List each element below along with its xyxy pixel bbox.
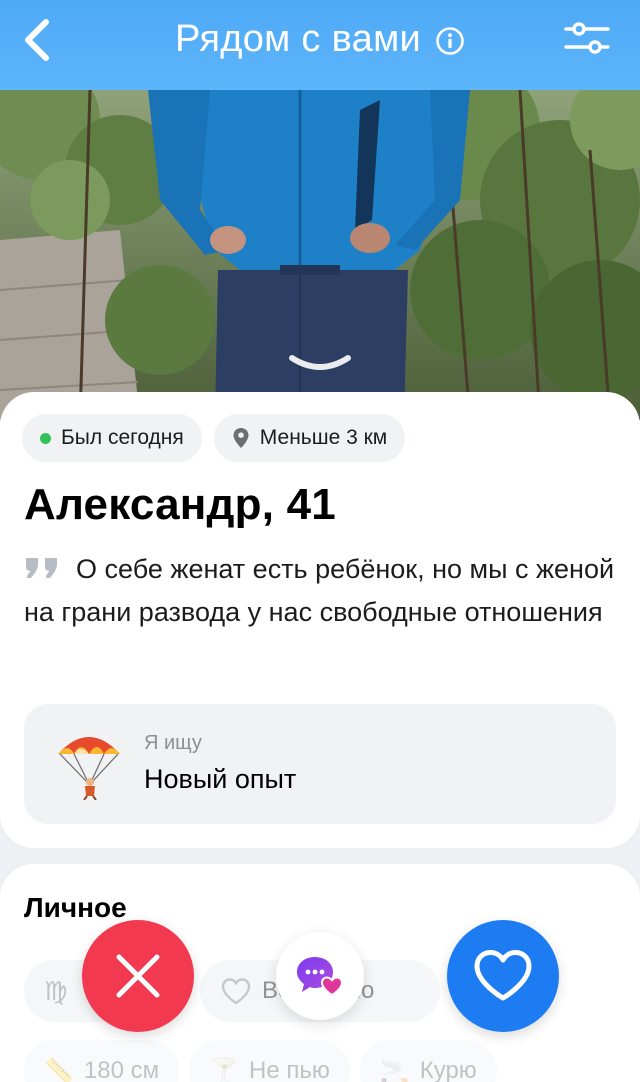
height-tag: 📏 180 см (24, 1040, 180, 1082)
about-text: О себе женат есть ребёнок, но мы с женой… (24, 554, 615, 627)
close-icon (116, 954, 160, 998)
heart-icon (474, 950, 532, 1001)
online-dot-icon (40, 432, 51, 444)
sliders-icon (564, 22, 610, 54)
like-button[interactable] (447, 920, 559, 1032)
profile-chips: Был сегодня Меньше 3 км (22, 414, 406, 462)
smoking-tag-text: Курю (419, 1057, 477, 1082)
virgo-icon: ♍ (44, 975, 68, 1006)
glass-icon: 🍸 (209, 1057, 239, 1082)
location-pin-icon (233, 428, 249, 448)
page-title: Рядом с вами (174, 17, 422, 60)
personal-tags-row2: 📏 180 см 🍸 Не пью 🚬 Курю (24, 1040, 497, 1082)
ruler-icon: 📏 (44, 1057, 74, 1082)
profile-about: О себе женат есть ребёнок, но мы с женой… (24, 548, 624, 634)
expand-chevron-icon[interactable] (288, 352, 352, 376)
online-status-text: Был сегодня (61, 426, 184, 449)
seeking-value: Новый опыт (144, 764, 297, 794)
chat-heart-icon (297, 957, 344, 997)
profile-name: Александр, 41 (24, 480, 336, 529)
top-bar: Рядом с вами (0, 0, 640, 90)
drinking-tag: 🍸 Не пью (189, 1040, 350, 1082)
smoke-icon: 🚬 (379, 1057, 410, 1082)
filter-button[interactable] (562, 14, 612, 64)
parachute-icon (58, 737, 120, 800)
profile-card: Был сегодня Меньше 3 км Александр, 41 О … (0, 392, 640, 848)
screen: Рядом с вами Был сегодня Меньше 3 км Але… (0, 0, 640, 1082)
height-tag-text: 180 см (83, 1057, 160, 1082)
distance-text: Меньше 3 км (259, 426, 388, 449)
dislike-button[interactable] (82, 920, 194, 1032)
seeking-label: Я ищу (144, 732, 202, 754)
drinking-tag-text: Не пью (249, 1057, 330, 1082)
distance-chip: Меньше 3 км (213, 414, 406, 462)
back-button[interactable] (18, 16, 58, 66)
info-icon[interactable] (435, 26, 465, 56)
smoking-tag: 🚬 Курю (359, 1040, 497, 1082)
quote-icon (26, 558, 57, 578)
seeking-block: Я ищу Новый опыт (24, 704, 616, 824)
heart-outline-icon (221, 978, 251, 1005)
message-button[interactable] (276, 932, 364, 1020)
chevron-left-icon (25, 19, 49, 61)
online-status-chip: Был сегодня (22, 414, 202, 462)
personal-section-title: Личное (24, 892, 127, 923)
page-title-wrap: Рядом с вами (175, 18, 465, 61)
